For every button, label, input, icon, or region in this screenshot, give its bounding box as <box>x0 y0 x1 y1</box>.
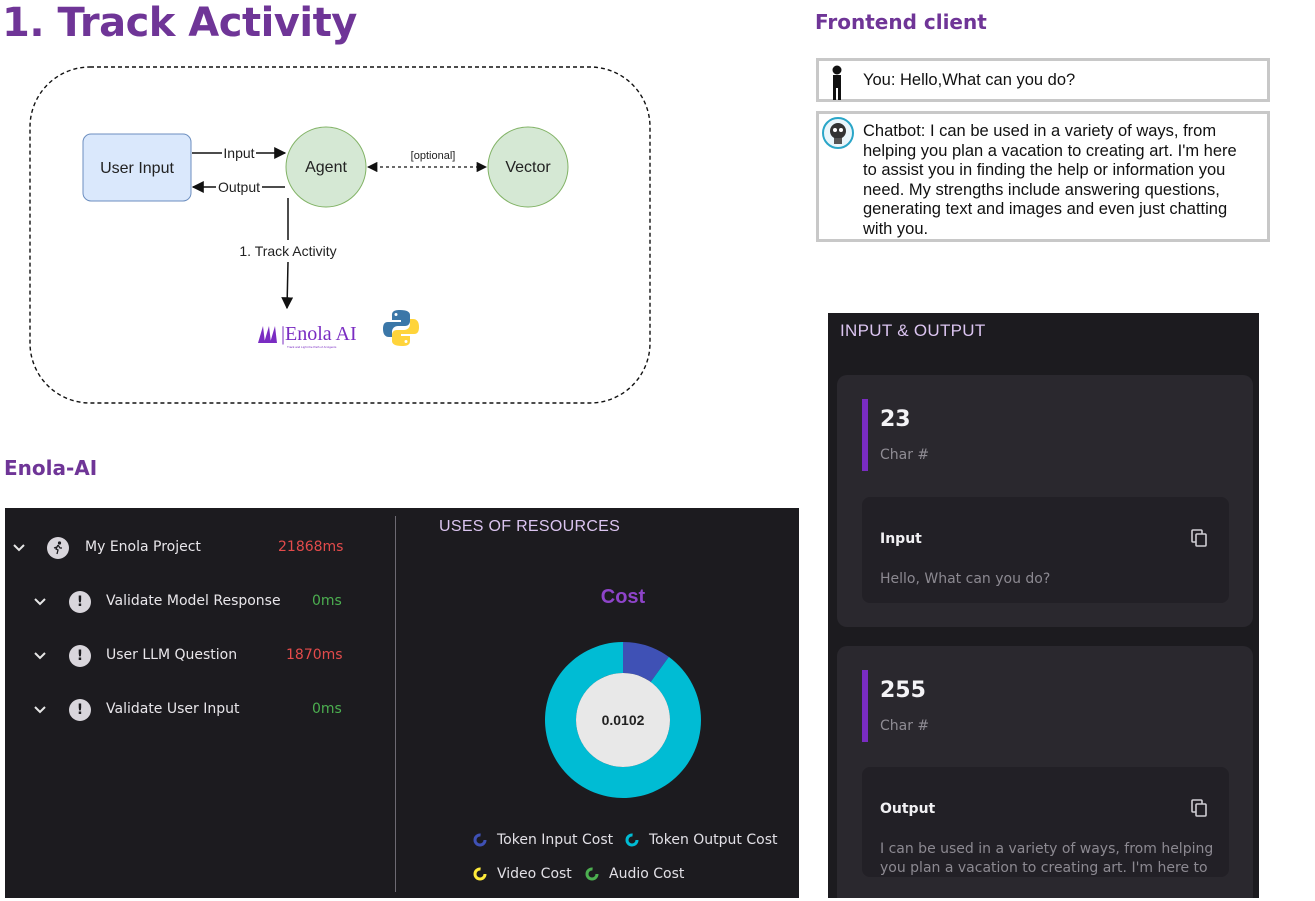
output-box: Output I can be used in a variety of way… <box>862 767 1229 877</box>
running-icon <box>47 537 69 559</box>
user-message-text: You: Hello,What can you do? <box>863 71 1076 89</box>
trace-row-name[interactable]: Validate Model Response <box>106 593 281 609</box>
cost-donut-chart: 0.0102 <box>545 642 701 798</box>
legend-swatch-icon <box>625 833 639 847</box>
output-value: I can be used in a variety of ways, from… <box>880 841 1214 876</box>
cost-chart-title: Cost <box>600 586 646 608</box>
vector-label: Vector <box>505 159 551 176</box>
legend-token-output[interactable]: Token Output Cost <box>625 832 778 848</box>
resources-title: USES OF RESOURCES <box>439 518 621 535</box>
input-label: Input <box>880 531 922 547</box>
agent-label: Agent <box>305 159 347 176</box>
robot-icon <box>822 117 854 149</box>
bot-chat-message: Chatbot: I can be used in a variety of w… <box>816 111 1270 242</box>
chevron-down-icon[interactable] <box>33 703 47 717</box>
legend-label: Token Output Cost <box>649 832 778 848</box>
user-input-label: User Input <box>100 160 174 177</box>
person-icon <box>832 65 842 100</box>
output-card: 255 Char # Output I can be used in a var… <box>837 646 1253 898</box>
trace-row-name[interactable]: Validate User Input <box>106 701 239 717</box>
trace-row-time: 0ms <box>312 701 342 717</box>
input-char-count: 23 <box>880 407 911 432</box>
frontend-client-title: Frontend client <box>815 10 987 34</box>
trace-row-name[interactable]: My Enola Project <box>85 539 201 555</box>
legend-swatch-icon <box>585 867 599 881</box>
legend-label: Audio Cost <box>609 866 685 882</box>
legend-label: Video Cost <box>497 866 572 882</box>
input-output-panel: INPUT & OUTPUT 23 Char # Input Hello, Wh… <box>828 313 1259 898</box>
enola-ai-title: Enola-AI <box>4 456 98 480</box>
output-arrow-label: Output <box>218 179 260 195</box>
legend-swatch-icon <box>473 833 487 847</box>
output-label: Output <box>880 801 936 817</box>
diagram-boundary <box>29 66 651 404</box>
python-logo-icon <box>383 310 419 346</box>
trace-row-time: 21868ms <box>278 539 344 555</box>
track-activity-label: 1. Track Activity <box>239 243 336 259</box>
input-arrow-label: Input <box>223 145 254 161</box>
trace-row-time: 0ms <box>312 593 342 609</box>
accent-bar <box>862 670 868 742</box>
output-char-label: Char # <box>880 718 930 734</box>
trace-row-name[interactable]: User LLM Question <box>106 647 237 663</box>
enola-logo-text: |Enola AI <box>281 323 357 345</box>
output-char-count: 255 <box>880 678 926 703</box>
copy-icon[interactable] <box>1191 799 1207 817</box>
input-value: Hello, What can you do? <box>880 571 1051 587</box>
panel-divider <box>395 516 396 892</box>
optional-label: [optional] <box>411 150 456 162</box>
donut-center-value: 0.0102 <box>602 712 645 728</box>
chevron-down-icon[interactable] <box>12 541 26 555</box>
input-box: Input Hello, What can you do? <box>862 497 1229 603</box>
legend-label: Token Input Cost <box>497 832 614 848</box>
enola-trace-panel: My Enola Project 21868ms ! Validate Mode… <box>5 508 799 898</box>
input-card: 23 Char # Input Hello, What can you do? <box>837 375 1253 627</box>
architecture-diagram: User Input Agent Vector Input Output [op… <box>29 66 651 404</box>
enola-logo-icon <box>258 326 277 343</box>
input-char-label: Char # <box>880 447 930 463</box>
bot-message-text: Chatbot: I can be used in a variety of w… <box>863 122 1237 238</box>
copy-icon[interactable] <box>1191 529 1207 547</box>
enola-logo-tagline: Track and Light the Path of AI Agents <box>287 345 337 349</box>
io-title: INPUT & OUTPUT <box>840 321 986 340</box>
alert-icon: ! <box>69 699 91 721</box>
user-chat-message: You: Hello,What can you do? <box>816 58 1270 102</box>
legend-video[interactable]: Video Cost <box>473 866 572 882</box>
chevron-down-icon[interactable] <box>33 649 47 663</box>
chevron-down-icon[interactable] <box>33 595 47 609</box>
legend-token-input[interactable]: Token Input Cost <box>473 832 613 848</box>
alert-icon: ! <box>69 645 91 667</box>
legend-audio[interactable]: Audio Cost <box>585 866 684 882</box>
alert-icon: ! <box>69 591 91 613</box>
legend-swatch-icon <box>473 867 487 881</box>
accent-bar <box>862 399 868 471</box>
trace-row-time: 1870ms <box>286 647 343 663</box>
